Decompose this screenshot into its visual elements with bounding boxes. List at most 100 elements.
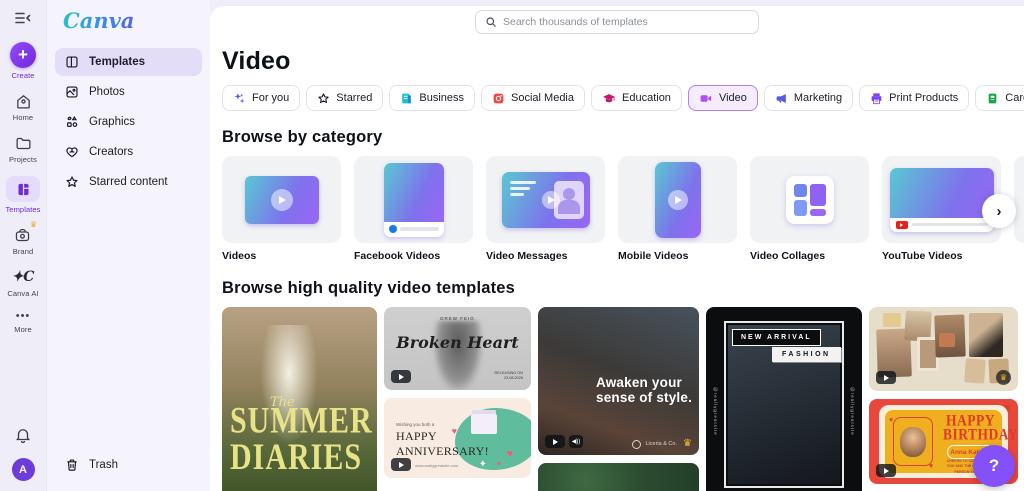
templates-outline-icon xyxy=(66,56,78,68)
create-plus-icon: + xyxy=(10,42,36,68)
video-messages-thumbnail xyxy=(501,171,590,228)
help-button[interactable]: ? xyxy=(973,445,1015,487)
folder-icon xyxy=(14,134,32,152)
filter-chip-social-media[interactable]: Social Media xyxy=(481,85,585,111)
category-card-facebook-videos[interactable]: Facebook Videos xyxy=(354,156,473,262)
education-icon xyxy=(603,93,615,102)
facebook-videos-thumbnail xyxy=(383,162,444,237)
youtube-videos-thumbnail xyxy=(889,167,994,232)
avatar[interactable]: A xyxy=(11,458,35,481)
crown-icon: ♛ xyxy=(29,220,37,229)
filter-chip-education[interactable]: Education xyxy=(591,85,682,111)
rail-item-templates[interactable]: Templates xyxy=(5,176,40,214)
category-card-mobile-videos[interactable]: Mobile Videos xyxy=(618,156,737,262)
collapse-icon xyxy=(15,12,31,24)
sidebar-item-graphics[interactable]: Graphics xyxy=(55,108,202,136)
star-icon xyxy=(318,92,329,103)
template-new-arrival-fashion[interactable]: NEW ARRIVAL FASHION @reallygreatsite @re… xyxy=(706,307,862,491)
rail-item-brand[interactable]: ♛ Brand xyxy=(13,220,37,256)
trash-icon xyxy=(67,459,77,471)
rail-item-canva-ai[interactable]: ✦C Canva AI xyxy=(7,268,38,298)
pro-crown-icon: ♛ xyxy=(996,370,1011,385)
template-green-forest[interactable] xyxy=(538,463,699,491)
shapes-icon xyxy=(67,115,78,127)
filter-chip-business[interactable]: Business xyxy=(389,85,476,111)
filter-chip-print-products[interactable]: Print Products xyxy=(859,85,970,111)
template-awaken-style[interactable]: Awaken your sense of style. Liceria & Co.… xyxy=(538,307,699,455)
video-collages-thumbnail xyxy=(785,175,834,224)
template-happy-anniversary[interactable]: ♥ ♥ ♥ ✦ Wishing you both a HAPPY ANNIVERS… xyxy=(384,398,531,478)
youtube-icon xyxy=(895,220,908,229)
notifications-button[interactable] xyxy=(14,426,32,444)
brand-icon: ♛ xyxy=(14,220,37,244)
canva-ai-icon: ✦C xyxy=(11,269,35,285)
card-icon xyxy=(988,93,997,103)
search-input[interactable] xyxy=(503,16,749,28)
creators-icon xyxy=(66,147,78,158)
next-categories-button[interactable]: › xyxy=(982,194,1016,228)
rail-item-projects[interactable]: Projects xyxy=(9,134,37,164)
pro-crown-icon: ♛ xyxy=(683,438,692,449)
bell-icon xyxy=(16,429,30,444)
play-icon xyxy=(270,188,293,211)
brand-logo-icon xyxy=(632,440,641,449)
photo-icon xyxy=(66,86,78,98)
play-badge-icon xyxy=(391,370,411,383)
video-templates-heading: Browse high quality video templates xyxy=(222,279,516,297)
home-icon xyxy=(14,92,32,110)
printer-icon xyxy=(871,92,882,104)
template-photo-collage[interactable]: ♛ xyxy=(869,307,1018,391)
template-broken-heart[interactable]: DREW FEIG Broken Heart RELEASING ON 23.08… xyxy=(384,307,531,390)
filter-chip-marketing[interactable]: Marketing xyxy=(763,85,854,111)
template-grid: The SUMMER DIARIES DREW FEIG Broken Heart… xyxy=(222,307,1024,491)
sidebar-item-creators[interactable]: Creators xyxy=(55,138,202,166)
mobile-videos-thumbnail xyxy=(654,161,701,238)
page-title: Video xyxy=(222,47,291,75)
collapse-sidebar-button[interactable] xyxy=(13,8,33,28)
facebook-icon xyxy=(388,225,397,233)
main-content: Video For you Starred Business Social Me… xyxy=(210,6,1024,491)
filter-chip-starred[interactable]: Starred xyxy=(306,85,384,111)
play-badge-icon xyxy=(876,371,896,384)
search-box xyxy=(475,10,759,34)
filter-chip-for-you[interactable]: For you xyxy=(222,85,301,111)
business-icon xyxy=(402,93,412,103)
play-icon xyxy=(541,190,560,209)
sidebar-item-templates[interactable]: Templates xyxy=(55,48,202,76)
category-card-video-collages[interactable]: Video Collages xyxy=(750,156,869,262)
sidebar-item-photos[interactable]: Photos xyxy=(55,78,202,106)
sidebar-item-starred-content[interactable]: Starred content xyxy=(55,168,202,196)
more-dots-icon: ••• xyxy=(15,310,31,322)
category-row: Videos Facebook Videos Video Messages Mo… xyxy=(222,156,1024,262)
play-badge-icon xyxy=(545,435,565,448)
sparkles-icon xyxy=(234,92,245,103)
templates-icon xyxy=(6,176,40,202)
sidebar-item-trash[interactable]: Trash xyxy=(55,451,202,479)
video-camera-icon xyxy=(700,94,712,102)
play-badge-icon xyxy=(391,458,411,471)
browse-by-category-heading: Browse by category xyxy=(222,128,383,146)
canva-logo[interactable]: Canva xyxy=(63,8,210,33)
category-card-videos[interactable]: Videos xyxy=(222,156,341,262)
search-icon xyxy=(486,17,496,27)
social-media-icon xyxy=(493,93,504,103)
star-icon xyxy=(66,176,78,187)
left-rail: + Create Home Projects Templates ♛ Brand… xyxy=(0,0,46,491)
filter-chip-video[interactable]: Video xyxy=(687,85,758,111)
volume-badge-icon: ◀)) xyxy=(569,435,583,448)
rail-item-more[interactable]: ••• More xyxy=(14,310,32,334)
megaphone-icon xyxy=(776,93,786,103)
category-card-video-messages[interactable]: Video Messages xyxy=(486,156,605,262)
search-row xyxy=(222,10,1024,34)
templates-sidebar: Canva Templates Photos Graphics Creators… xyxy=(46,0,210,491)
play-badge-icon xyxy=(876,464,896,477)
filter-chip-cards-invitations[interactable]: Cards & Invitations xyxy=(975,85,1024,111)
filter-chips: For you Starred Business Social Media Ed… xyxy=(222,85,1024,111)
chevron-right-icon: › xyxy=(996,202,1002,220)
videos-thumbnail xyxy=(244,175,319,224)
rail-item-create[interactable]: + Create xyxy=(10,42,36,80)
template-summer-diaries[interactable]: The SUMMER DIARIES xyxy=(222,307,377,491)
rail-item-home[interactable]: Home xyxy=(13,92,33,122)
play-icon xyxy=(667,189,688,210)
